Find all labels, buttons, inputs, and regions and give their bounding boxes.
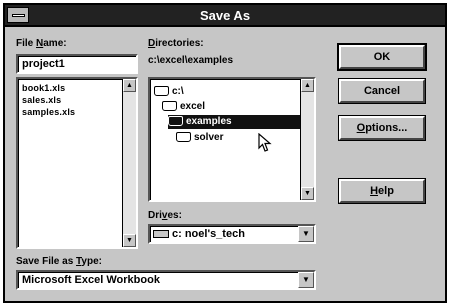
directory-list-scrollbar[interactable]: ▲ ▼: [300, 79, 314, 200]
directory-item-examples[interactable]: examples: [168, 115, 300, 129]
ok-button[interactable]: OK: [339, 45, 425, 69]
scroll-up-arrow-icon[interactable]: ▲: [301, 79, 314, 92]
directory-item-solver[interactable]: solver: [176, 131, 223, 145]
file-list-item[interactable]: book1.xls: [22, 83, 65, 93]
save-type-label: Save File as Type:: [16, 256, 102, 267]
file-list-scrollbar[interactable]: ▲ ▼: [122, 79, 136, 247]
file-list[interactable]: book1.xls sales.xls samples.xls ▲ ▼: [16, 77, 138, 249]
open-folder-icon: [154, 86, 169, 97]
open-folder-icon: [162, 101, 177, 112]
directory-item-excel[interactable]: excel: [162, 100, 205, 114]
drives-dropdown[interactable]: c: noel's_tech ▼: [148, 224, 316, 244]
scroll-down-arrow-icon[interactable]: ▼: [301, 187, 314, 200]
directory-item-root[interactable]: c:\: [154, 85, 184, 99]
file-name-input[interactable]: project1: [16, 54, 138, 74]
file-name-label: File Name:: [16, 38, 67, 49]
chevron-down-icon[interactable]: ▼: [298, 226, 314, 242]
hard-drive-icon: [153, 230, 169, 239]
file-list-item[interactable]: samples.xls: [22, 107, 75, 117]
cancel-button[interactable]: Cancel: [339, 79, 425, 103]
scroll-up-arrow-icon[interactable]: ▲: [123, 79, 136, 92]
title-bar[interactable]: Save As: [5, 5, 445, 27]
chevron-down-icon[interactable]: ▼: [298, 272, 314, 288]
open-folder-icon: [168, 116, 183, 127]
file-list-item[interactable]: sales.xls: [22, 95, 61, 105]
window-title: Save As: [199, 8, 251, 23]
save-as-dialog: Save As File Name: project1 book1.xls sa…: [3, 3, 447, 303]
options-button[interactable]: Options...: [339, 116, 425, 140]
current-directory-path: c:\excel\examples: [148, 55, 234, 66]
help-button[interactable]: Help: [339, 179, 425, 203]
save-type-selected-value: Microsoft Excel Workbook: [22, 274, 160, 286]
drives-label: Drives:: [148, 210, 182, 221]
drives-selected-value: c: noel's_tech: [172, 228, 245, 240]
directory-list[interactable]: c:\ excel examples solver ▲ ▼: [148, 77, 316, 202]
directories-label: Directories:: [148, 38, 204, 49]
closed-folder-icon: [176, 132, 191, 143]
scroll-down-arrow-icon[interactable]: ▼: [123, 234, 136, 247]
save-type-dropdown[interactable]: Microsoft Excel Workbook ▼: [16, 270, 316, 290]
mouse-pointer-icon: [258, 133, 272, 152]
